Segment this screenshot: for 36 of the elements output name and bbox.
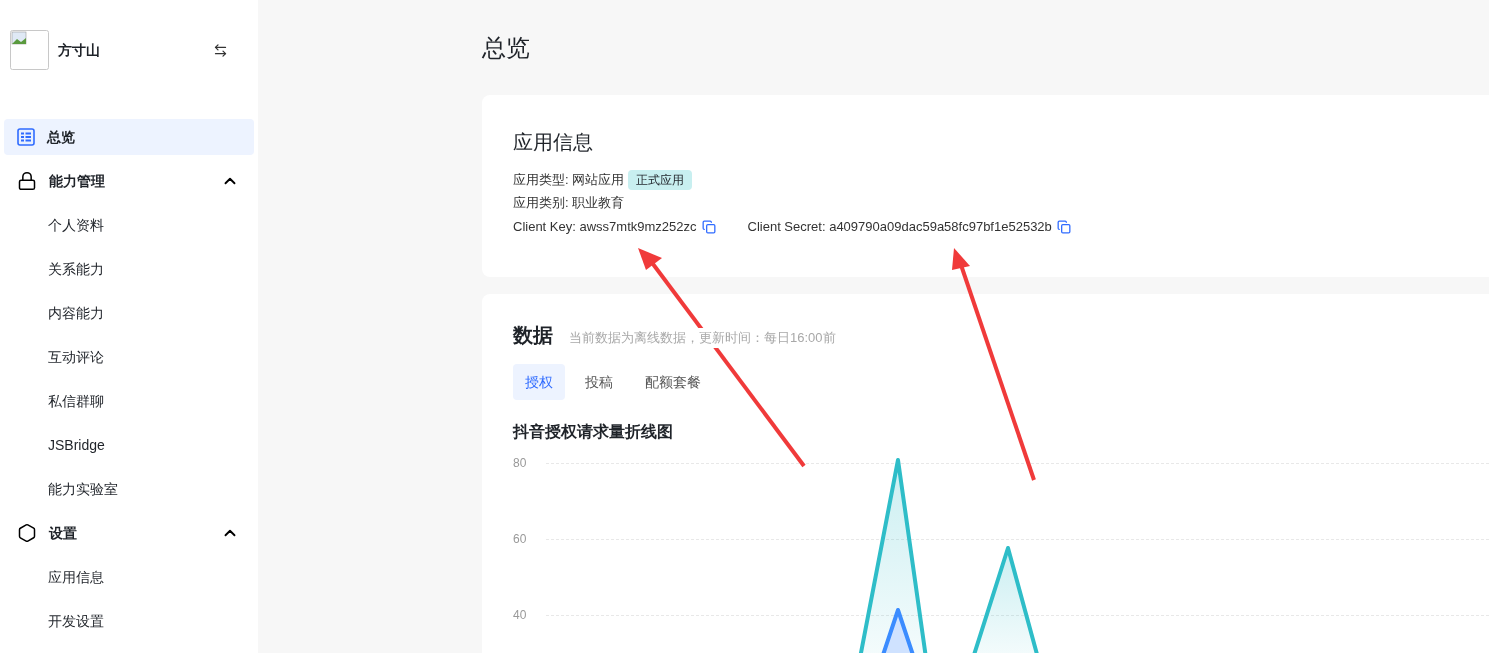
data-note: 当前数据为离线数据，更新时间：每日16:00前	[569, 328, 836, 348]
hexagon-icon	[17, 523, 37, 543]
axis-label: 60	[513, 533, 528, 545]
card-title: 应用信息	[513, 130, 594, 155]
sidebar-subitem[interactable]: 个人资料	[4, 207, 254, 243]
switch-app-button[interactable]	[213, 42, 228, 58]
copy-icon[interactable]	[701, 220, 716, 234]
app-name: 方寸山	[58, 40, 100, 60]
app-category: 应用类别: 职业教育	[513, 194, 626, 212]
sidebar-subitem[interactable]: 应用信息	[4, 559, 254, 595]
sidebar-subitem[interactable]: 能力实验室	[4, 471, 254, 507]
lock-icon	[17, 171, 37, 191]
page-title: 总览	[482, 33, 531, 63]
tab[interactable]: 授权	[513, 364, 565, 400]
sidebar-subitem[interactable]: 开发设置	[4, 603, 254, 639]
section-title: 数据	[513, 323, 553, 348]
sidebar-subitem[interactable]: 内容能力	[4, 295, 254, 331]
sidebar-subitem[interactable]: JSBridge	[4, 427, 254, 463]
client-key: Client Key: awss7mtk9mz252zc	[513, 217, 697, 237]
tab[interactable]: 配额套餐	[633, 364, 713, 400]
copy-icon[interactable]	[1056, 220, 1071, 234]
sidebar-subitem[interactable]: 关系能力	[4, 251, 254, 287]
sidebar-item[interactable]: 总览	[4, 119, 254, 155]
sidebar-item[interactable]: 能力管理	[4, 163, 254, 199]
tab[interactable]: 投稿	[573, 364, 625, 400]
sidebar-item[interactable]: 设置	[4, 515, 254, 551]
chart-title: 抖音授权请求量折线图	[513, 422, 674, 442]
list-icon	[17, 128, 35, 146]
sidebar-subitem[interactable]: 互动评论	[4, 339, 254, 375]
status-tag: 正式应用	[628, 170, 693, 190]
axis-label: 40	[513, 609, 528, 621]
sidebar-subitem[interactable]: 私信群聊	[4, 383, 254, 419]
client-secret: Client Secret: a409790a09dac59a58fc97bf1e52532b	[747, 218, 1052, 237]
app-type: 应用类型: 网站应用	[513, 171, 625, 190]
axis-label: 80	[513, 457, 528, 469]
broken-image-icon	[10, 30, 50, 70]
